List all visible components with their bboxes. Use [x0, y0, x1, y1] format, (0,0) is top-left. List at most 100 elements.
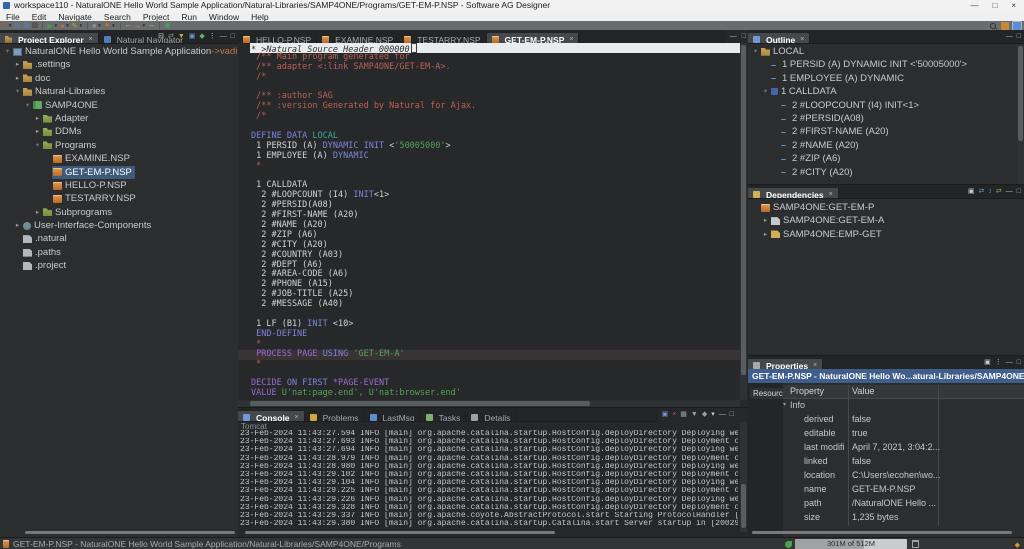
save-icon[interactable]: ▤	[14, 21, 21, 30]
remove-launch-icon[interactable]: ×	[672, 408, 676, 421]
minimize-window-icon[interactable]: —	[970, 0, 978, 11]
outline-item[interactable]: –1 PERSID (A) DYNAMIC INIT <'50005000'>	[748, 58, 1024, 71]
minimize-icon[interactable]: —	[220, 30, 227, 43]
link-editor-icon[interactable]: ⇄	[168, 30, 174, 43]
naturalone-perspective-icon[interactable]	[1013, 22, 1021, 30]
filter-icon[interactable]: ▼	[178, 30, 185, 43]
view-menu-icon[interactable]: ⋮	[209, 30, 216, 43]
tree-item[interactable]: ▾Programs	[0, 139, 238, 152]
property-row[interactable]: last modifiApril 7, 2021, 3:04:2...	[783, 440, 1024, 454]
link-icon[interactable]: ⇄	[996, 185, 1002, 198]
tree-collapsed-arrow-icon[interactable]: ▸	[33, 112, 42, 125]
minimize-icon[interactable]: —	[1006, 356, 1013, 369]
tree-collapsed-arrow-icon[interactable]: ▸	[13, 58, 22, 71]
tree-item[interactable]: ▸DDMs	[0, 125, 238, 138]
tree-collapsed-arrow-icon[interactable]: ▸	[33, 206, 42, 219]
tree-collapsed-arrow-icon[interactable]: ▸	[13, 219, 22, 232]
editor-hscrollbar[interactable]	[238, 400, 740, 407]
editor-vscrollbar[interactable]	[740, 43, 747, 400]
tree-collapsed-arrow-icon[interactable]: ▸	[761, 214, 770, 227]
tree-item[interactable]: GET-EM-P.NSP	[0, 166, 238, 179]
tree-item[interactable]: HELLO-P.NSP	[0, 179, 238, 192]
new-file-icon[interactable]: ▣	[164, 21, 171, 30]
callee-mode-icon[interactable]: ↕	[988, 185, 992, 198]
tree-expanded-arrow-icon[interactable]: ▾	[23, 99, 32, 112]
caller-mode-icon[interactable]: ⇄	[979, 185, 985, 198]
column-value[interactable]: Value	[852, 385, 874, 398]
group-expand-arrow-icon[interactable]: ▾	[783, 398, 786, 412]
tree-item[interactable]: ▾SAMP4ONE	[0, 99, 238, 112]
heap-status[interactable]: 301M of 512M	[795, 539, 907, 549]
clear-console-icon[interactable]: ▣	[662, 408, 669, 421]
console-tab-details[interactable]: Details	[466, 411, 516, 422]
maximize-icon[interactable]: □	[231, 30, 235, 43]
code-editor[interactable]: * >Natural Source Header 000000 /** Main…	[238, 43, 740, 400]
properties-hscrollbar[interactable]	[752, 531, 1012, 534]
dependency-item[interactable]: ▸SAMP4ONE:GET-EM-A	[748, 214, 1024, 227]
outline-vscrollbar[interactable]	[1017, 45, 1024, 184]
remove-all-icon[interactable]: ▦	[680, 408, 687, 421]
restore-window-icon[interactable]: □	[992, 0, 997, 11]
tree-item[interactable]: ▸Subprograms	[0, 206, 238, 219]
console-tab-problems[interactable]: Problems	[305, 411, 365, 422]
focus-icon[interactable]: ▣	[189, 30, 196, 43]
close-window-icon[interactable]: ×	[1011, 0, 1016, 11]
tab-dependencies[interactable]: Dependencies×	[748, 188, 839, 199]
run-icon[interactable]: ▶▼	[47, 21, 58, 30]
print-icon[interactable]: ▥	[32, 21, 39, 30]
close-icon[interactable]: ×	[813, 362, 817, 369]
column-property[interactable]: Property	[790, 385, 824, 398]
property-row[interactable]: locationC:\Users\ecohen\wo...	[783, 468, 1024, 482]
tree-item[interactable]: TESTARRY.NSP	[0, 192, 238, 205]
tree-collapsed-arrow-icon[interactable]: ▸	[33, 125, 42, 138]
outline-item[interactable]: –2 #PERSID(A08)	[748, 112, 1024, 125]
close-icon[interactable]: ×	[829, 191, 833, 198]
minimize-icon[interactable]: —	[1006, 30, 1013, 43]
forward-icon[interactable]: →▼	[134, 21, 146, 30]
property-row[interactable]: derivedfalse	[783, 412, 1024, 426]
pin-console-icon[interactable]: ◆	[702, 408, 707, 421]
java-perspective-icon[interactable]	[1001, 22, 1009, 30]
outline-item[interactable]: –2 #FIRST-NAME (A20)	[748, 125, 1024, 138]
tree-expanded-arrow-icon[interactable]: ▾	[33, 139, 42, 152]
tab-project-explorer[interactable]: Project Explorer×	[0, 33, 99, 44]
console-menu-icon[interactable]: ▾	[711, 408, 715, 421]
tree-expanded-arrow-icon[interactable]: ▾	[761, 85, 770, 98]
close-icon[interactable]: ×	[800, 36, 804, 43]
property-row[interactable]: ▾Info	[783, 398, 1024, 412]
console-tab-tasks[interactable]: Tasks	[421, 411, 467, 422]
tree-item[interactable]: .project	[0, 259, 238, 272]
minimize-icon[interactable]: —	[730, 33, 737, 40]
outline-item[interactable]: ▾1 CALLDATA	[748, 85, 1024, 98]
outline-item[interactable]: –2 #LOOPCOUNT (I4) INIT<1>	[748, 99, 1024, 112]
console-tab-console[interactable]: Console×	[238, 411, 305, 422]
tree-collapsed-arrow-icon[interactable]: ▸	[13, 72, 22, 85]
outline-item[interactable]: ▾LOCAL	[748, 45, 1024, 58]
search-icon[interactable]	[989, 22, 997, 30]
tree-item[interactable]: ▸doc	[0, 72, 238, 85]
close-icon[interactable]: ×	[569, 36, 573, 43]
close-icon[interactable]: ×	[89, 36, 93, 43]
back-icon[interactable]: ←	[125, 21, 132, 30]
profile-icon[interactable]: ■▼	[92, 21, 102, 30]
console-tab-lastmsg[interactable]: LastMsg	[365, 411, 421, 422]
tree-expanded-arrow-icon[interactable]: ▾	[3, 45, 12, 58]
flag-icon[interactable]: ⚑▼	[104, 21, 116, 30]
tree-expanded-arrow-icon[interactable]: ▾	[13, 85, 22, 98]
collapse-all-icon[interactable]: ⊟	[158, 30, 164, 43]
tree-item[interactable]: ▸User-Interface-Components	[0, 219, 238, 232]
minimize-icon[interactable]: —	[719, 408, 726, 421]
property-row[interactable]: size1,235 bytes	[783, 510, 1024, 524]
console-vscrollbar[interactable]	[740, 422, 747, 532]
trash-icon[interactable]	[912, 540, 919, 548]
left-panel-hscrollbar[interactable]	[25, 531, 235, 534]
new-wizard-icon[interactable]: ✶▼	[1, 21, 12, 30]
select-icon[interactable]: ◆	[199, 30, 204, 43]
maximize-icon[interactable]: □	[1017, 185, 1021, 198]
tree-item[interactable]: ▸Adapter	[0, 112, 238, 125]
property-row[interactable]: linkedfalse	[783, 454, 1024, 468]
maximize-icon[interactable]: □	[730, 408, 734, 421]
property-row[interactable]: path/NaturalONE Hello ...	[783, 496, 1024, 510]
property-row[interactable]: editabletrue	[783, 426, 1024, 440]
tree-expanded-arrow-icon[interactable]: ▾	[751, 45, 760, 58]
